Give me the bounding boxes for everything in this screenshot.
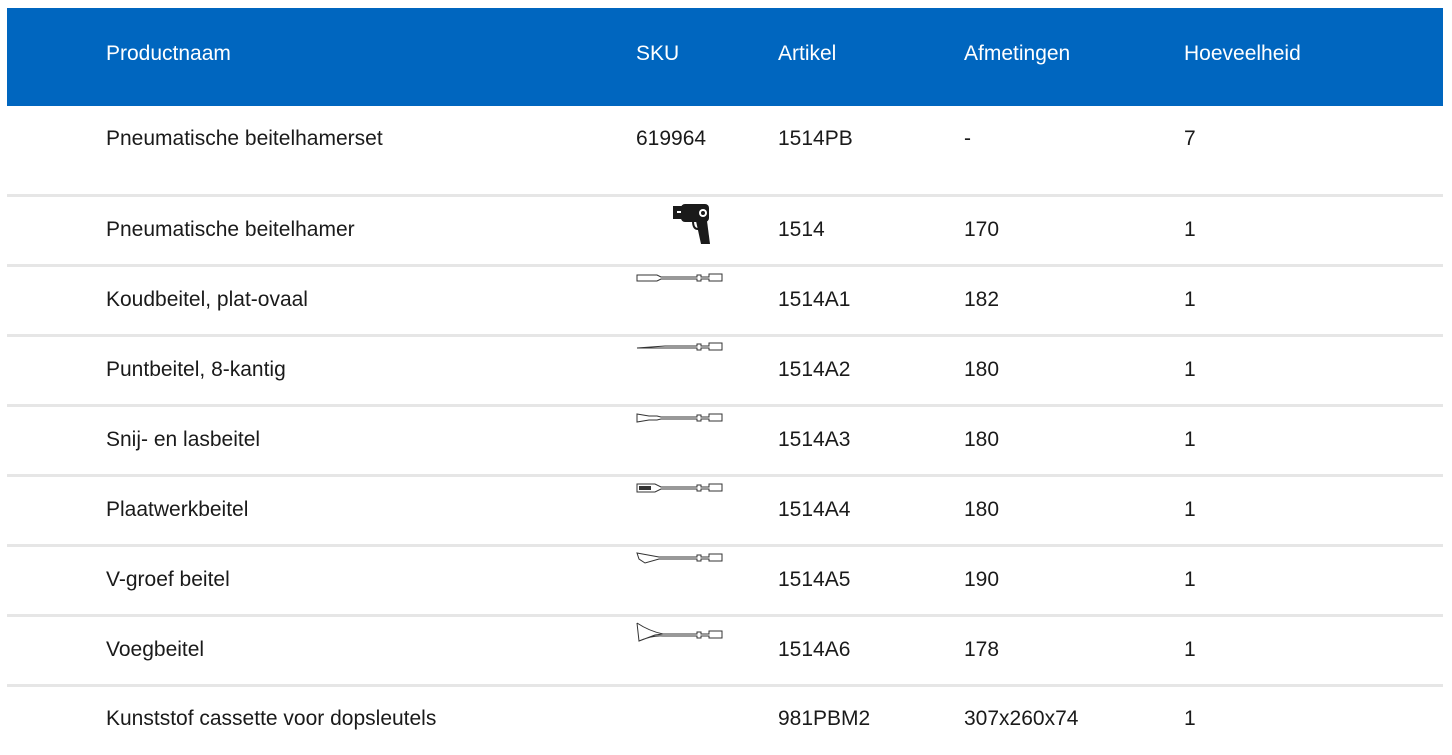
sheet-metal-chisel-icon <box>635 481 723 525</box>
product-artikel: 1514A2 <box>778 358 851 381</box>
table-row: Koudbeitel, plat-ovaal 1514A1 182 1 <box>7 267 1443 337</box>
product-artikel: 981PBM2 <box>778 707 871 730</box>
header-hoeveelheid: Hoeveelheid <box>1184 42 1301 65</box>
product-afmetingen: 307x260x74 <box>964 707 1079 730</box>
product-artikel: 1514A5 <box>778 568 851 591</box>
v-groove-chisel-icon <box>635 551 723 595</box>
table-row: Snij- en lasbeitel 1514A3 180 1 <box>7 407 1443 477</box>
product-afmetingen: 180 <box>964 498 1000 521</box>
product-hoeveelheid: 1 <box>1184 428 1196 451</box>
product-artikel: 1514PB <box>778 127 853 150</box>
product-name: Snij- en lasbeitel <box>106 428 261 451</box>
product-artikel: 1514 <box>778 218 825 241</box>
product-afmetingen: 170 <box>964 218 1000 241</box>
product-afmetingen: 180 <box>964 358 1000 381</box>
product-name: Kunststof cassette voor dopsleutels <box>106 707 437 730</box>
product-artikel: 1514A4 <box>778 498 851 521</box>
table-row: V-groef beitel 1514A5 190 1 <box>7 547 1443 617</box>
header-afmetingen: Afmetingen <box>964 42 1071 65</box>
product-name: V-groef beitel <box>106 568 230 591</box>
product-hoeveelheid: 1 <box>1184 568 1196 591</box>
table-row: Plaatwerkbeitel 1514A4 180 1 <box>7 477 1443 547</box>
table-row: Kunststof cassette voor dopsleutels 981P… <box>7 687 1443 754</box>
product-name: Koudbeitel, plat-ovaal <box>106 288 308 311</box>
product-hoeveelheid: 1 <box>1184 358 1196 381</box>
product-name: Pneumatische beitelhamer <box>106 218 355 241</box>
product-afmetingen: 182 <box>964 288 1000 311</box>
cutting-chisel-icon <box>635 411 723 455</box>
flat-chisel-icon <box>635 271 723 315</box>
header-artikel: Artikel <box>778 42 837 65</box>
product-sku: 619964 <box>636 127 707 150</box>
product-hoeveelheid: 1 <box>1184 218 1196 241</box>
product-name: Plaatwerkbeitel <box>106 498 249 521</box>
table-row: Voegbeitel 1514A6 178 1 <box>7 617 1443 687</box>
table-row: Puntbeitel, 8-kantig 1514A2 180 1 <box>7 337 1443 407</box>
product-hoeveelheid: 1 <box>1184 638 1196 661</box>
product-hoeveelheid: 7 <box>1184 127 1196 150</box>
table-header: Productnaam SKU Artikel Afmetingen Hoeve… <box>7 8 1443 106</box>
product-afmetingen: 180 <box>964 428 1000 451</box>
header-productnaam: Productnaam <box>106 42 231 65</box>
header-sku: SKU <box>636 42 680 65</box>
product-afmetingen: - <box>964 127 971 150</box>
product-table: Productnaam SKU Artikel Afmetingen Hoeve… <box>7 8 1443 754</box>
product-artikel: 1514A6 <box>778 638 851 661</box>
product-hoeveelheid: 1 <box>1184 707 1196 730</box>
product-artikel: 1514A3 <box>778 428 851 451</box>
product-afmetingen: 190 <box>964 568 1000 591</box>
product-hoeveelheid: 1 <box>1184 288 1196 311</box>
product-name: Voegbeitel <box>106 638 205 661</box>
product-name: Puntbeitel, 8-kantig <box>106 358 286 381</box>
product-hoeveelheid: 1 <box>1184 498 1196 521</box>
product-afmetingen: 178 <box>964 638 1000 661</box>
table-row: Pneumatische beitelhamerset 619964 1514P… <box>7 106 1443 197</box>
air-hammer-icon <box>635 201 723 245</box>
product-name: Pneumatische beitelhamerset <box>106 127 383 150</box>
point-chisel-icon <box>635 341 723 385</box>
table-row: Pneumatische beitelhamer 1514 170 1 <box>7 197 1443 267</box>
joint-chisel-icon <box>635 621 723 665</box>
product-artikel: 1514A1 <box>778 288 851 311</box>
